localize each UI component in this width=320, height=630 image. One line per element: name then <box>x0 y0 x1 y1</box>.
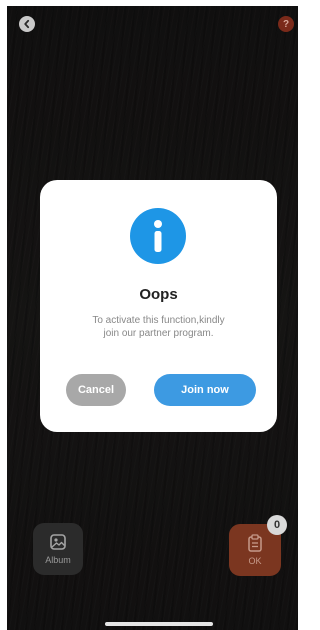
chevron-left-icon <box>24 19 30 29</box>
clipboard-icon <box>248 534 262 552</box>
dialog-message-line: join our partner program. <box>103 328 214 339</box>
back-button[interactable] <box>19 16 35 32</box>
dialog-message: To activate this function,kindly join ou… <box>70 314 247 340</box>
ok-label: OK <box>248 556 262 566</box>
camera-screen: ? Album OK 0 Oops To activate this funct… <box>7 6 298 630</box>
info-icon <box>130 208 186 264</box>
cancel-button[interactable]: Cancel <box>66 374 126 406</box>
album-label: Album <box>45 555 71 565</box>
home-indicator[interactable] <box>105 622 213 626</box>
help-button[interactable]: ? <box>278 16 294 32</box>
count-badge: 0 <box>267 515 287 535</box>
dialog-title: Oops <box>139 286 178 303</box>
image-icon <box>50 534 66 550</box>
album-button[interactable]: Album <box>33 523 83 575</box>
join-now-button[interactable]: Join now <box>154 374 256 406</box>
dialog-message-line: To activate this function,kindly <box>92 315 225 326</box>
question-icon: ? <box>282 18 290 30</box>
partner-dialog: Oops To activate this function,kindly jo… <box>40 180 277 432</box>
